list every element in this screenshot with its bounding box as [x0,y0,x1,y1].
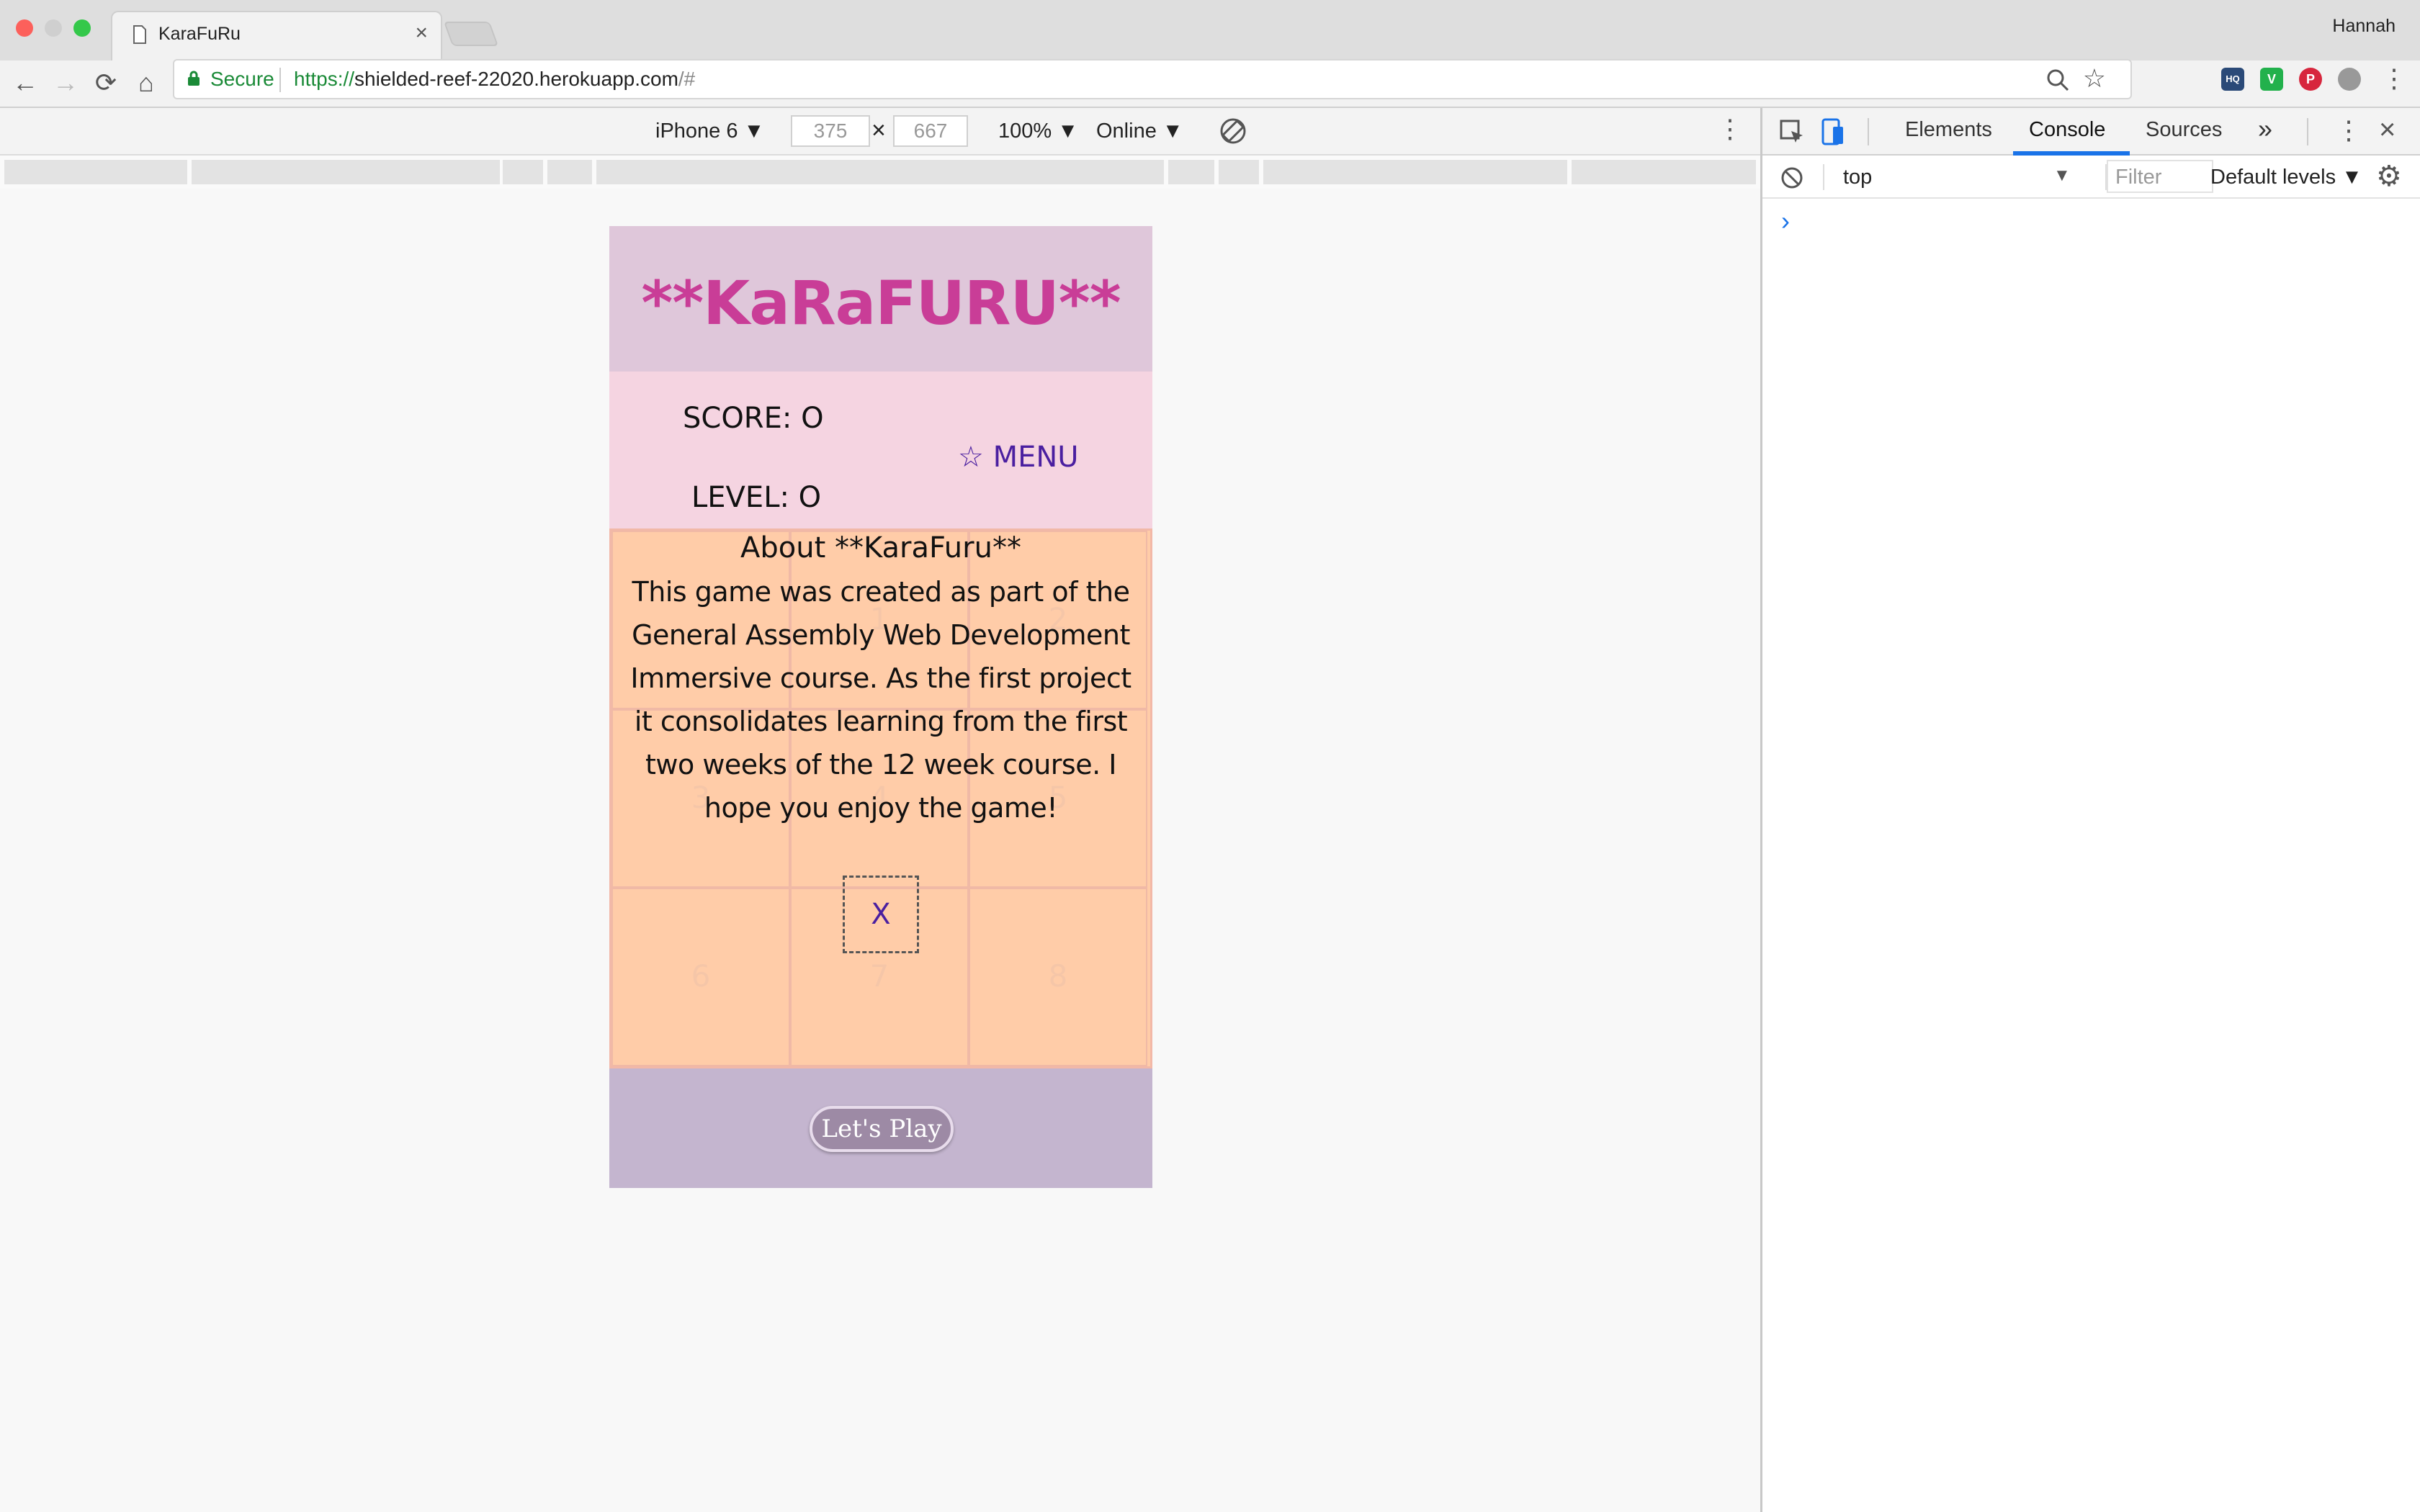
devtools-divider [1868,118,1869,145]
url-host: shielded-reef-22020.herokuapp.com [354,68,678,90]
board-cell[interactable]: 6 [611,888,790,1066]
new-tab-button[interactable] [443,22,499,46]
filter-placeholder: Filter [2115,166,2162,189]
media-query-bar [0,156,1760,189]
device-toolbar: iPhone 6 ▼ 375 × 667 100% ▼ Online ▼ ⋮ [0,108,1760,156]
extension-v-icon[interactable]: V [2260,68,2283,91]
page-icon [133,25,146,44]
settings-gear-icon[interactable]: ⚙ [2376,160,2402,193]
lets-play-button[interactable]: Let's Play [810,1106,954,1152]
profile-name[interactable]: Hannah [2332,16,2396,37]
reload-icon[interactable]: ⟳ [89,66,122,99]
level-label: LEVEL: O [691,481,822,514]
cell-number: 7 [869,958,889,994]
console-toolbar: top ▼ Filter Default levels ▼ ⚙ [1762,156,2420,199]
about-modal: About **KaraFuru** This game was created… [622,528,1139,829]
device-toggle-icon[interactable] [1820,118,1846,147]
devtools-menu-icon[interactable]: ⋮ [2336,115,2362,145]
width-field[interactable]: 375 [791,115,870,147]
cell-number: 8 [1048,958,1068,994]
height-field[interactable]: 667 [893,115,968,147]
clear-console-icon[interactable] [1780,166,1804,190]
levels-select[interactable]: Default levels ▼ [2210,166,2362,189]
devtools-panel: Elements Console Sources » ⋮ × top ▼ Fil… [1760,108,2420,1512]
maximize-window-icon[interactable] [73,19,91,37]
media-query-segment[interactable] [547,160,592,184]
dimension-times: × [871,117,886,144]
media-query-segment[interactable] [192,160,500,184]
pinterest-icon[interactable]: P [2299,68,2322,91]
media-query-segment[interactable] [1572,160,1756,184]
address-divider [279,68,281,92]
console-divider [1823,164,1824,190]
media-query-segment[interactable] [596,160,1164,184]
devtools-tabbar: Elements Console Sources » ⋮ × [1762,108,2420,156]
console-prompt-icon[interactable]: › [1781,206,1790,236]
close-window-icon[interactable] [16,19,33,37]
tab-elements[interactable]: Elements [1905,118,1992,142]
tab-strip: KaraFuRu × Hannah [0,0,2420,60]
rotate-icon[interactable] [1219,117,1247,145]
back-icon[interactable]: ← [9,66,42,99]
url-scheme: https:// [294,68,355,90]
media-query-segment[interactable] [1219,160,1259,184]
close-about-button[interactable]: X [843,876,919,953]
network-select[interactable]: Online ▼ [1096,120,1183,143]
address-bar[interactable]: Secure https://shielded-reef-22020.herok… [173,59,2132,99]
inspect-element-icon[interactable] [1780,120,1806,145]
score-bar: SCORE: O LEVEL: O ☆ MENU [609,372,1152,528]
about-text: This game was created as part of the Gen… [630,576,1131,824]
url-path: /# [678,68,696,90]
browser-tab[interactable]: KaraFuRu × [111,11,442,60]
game-logo: **KaRaFURU** [641,268,1121,338]
secure-label: Secure [210,68,274,90]
url-text[interactable]: https://shielded-reef-22020.herokuapp.co… [294,68,695,91]
lock-icon [188,71,200,86]
about-title: About **KaraFuru** [740,531,1021,564]
media-query-segment[interactable] [503,160,543,184]
context-dropdown-icon[interactable]: ▼ [2053,166,2071,186]
tab-title: KaraFuRu [158,24,241,44]
tab-close-icon[interactable]: × [415,21,428,45]
game-header: **KaRaFURU** [609,226,1152,372]
cell-number: 6 [691,958,711,994]
tab-sources[interactable]: Sources [2146,118,2222,142]
menu-button[interactable]: ☆ MENU [958,441,1079,474]
devtools-divider [2307,118,2308,145]
chrome-menu-icon[interactable]: ⋮ [2381,63,2407,94]
device-more-icon[interactable]: ⋮ [1717,114,1743,144]
minimize-window-icon[interactable] [45,19,62,37]
forward-icon[interactable]: → [49,66,82,99]
console-filter[interactable]: Filter [2107,160,2213,193]
score-label: SCORE: O [683,402,824,435]
device-select[interactable]: iPhone 6 ▼ [655,120,764,143]
more-tabs-icon[interactable]: » [2258,114,2272,144]
context-select[interactable]: top [1843,166,1872,189]
board-cell[interactable]: 8 [969,888,1147,1066]
zoom-select[interactable]: 100% ▼ [998,120,1078,143]
bookmark-star-icon[interactable]: ☆ [2083,63,2106,94]
devtools-close-icon[interactable]: × [2379,114,2396,146]
zoom-icon[interactable] [2045,68,2070,92]
media-query-segment[interactable] [4,160,187,184]
extension-bug-icon[interactable] [2338,68,2361,91]
tab-console[interactable]: Console [2029,118,2105,142]
extension-hq-icon[interactable]: HQ [2221,68,2244,91]
media-query-segment[interactable] [1168,160,1214,184]
media-query-segment[interactable] [1263,160,1567,184]
device-viewport: **KaRaFURU** SCORE: O LEVEL: O ☆ MENU 1 … [609,226,1152,1188]
home-icon[interactable]: ⌂ [130,66,163,99]
